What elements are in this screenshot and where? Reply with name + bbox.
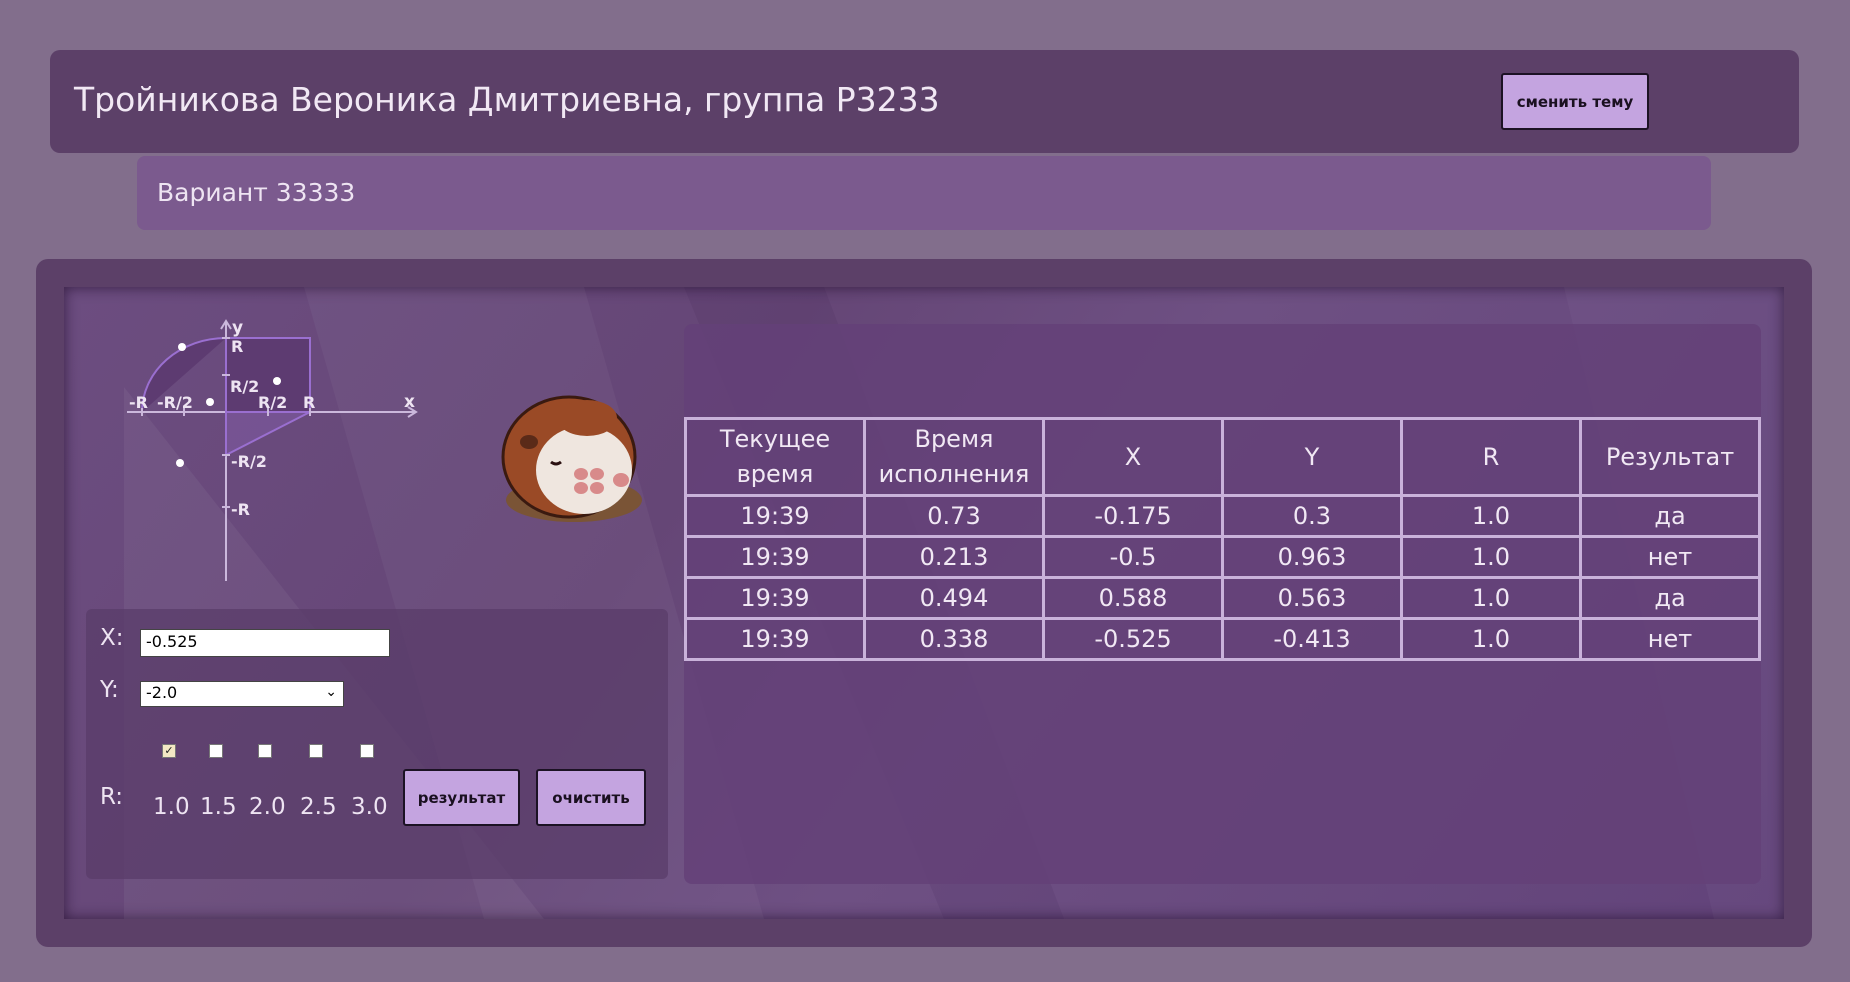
header-y: Y bbox=[1221, 417, 1403, 497]
r-option-label: 3.0 bbox=[351, 794, 388, 820]
y-axis-label: y bbox=[232, 318, 243, 338]
label-neg-half-r-left: -R/2 bbox=[157, 393, 193, 412]
area-graph[interactable]: y x R R/2 -R -R/2 R/2 R -R/2 -R bbox=[122, 317, 422, 587]
y-label: Y: bbox=[100, 677, 119, 703]
label-r-top: R bbox=[231, 337, 243, 356]
table-cell: -0.5 bbox=[1042, 535, 1224, 579]
table-cell: 1.0 bbox=[1400, 535, 1582, 579]
hamster-image bbox=[501, 395, 642, 522]
table-cell: да bbox=[1579, 494, 1761, 538]
graph-point bbox=[273, 377, 281, 385]
x-input[interactable]: -0.525 bbox=[140, 629, 390, 657]
label-half-r-right: R/2 bbox=[258, 393, 287, 412]
table-cell: 19:39 bbox=[684, 576, 866, 620]
label-neg-half-r-bottom: -R/2 bbox=[231, 452, 267, 471]
variant-bar: Вариант 33333 bbox=[137, 156, 1711, 230]
label-neg-r-left: -R bbox=[129, 393, 148, 412]
table-cell: нет bbox=[1579, 617, 1761, 661]
graph-point bbox=[178, 343, 186, 351]
r-checkbox-1-0[interactable]: ✓ bbox=[162, 744, 176, 758]
hamster-paw bbox=[590, 482, 604, 494]
main-content: y x R R/2 -R -R/2 R/2 R -R/2 -R X: -0.52… bbox=[64, 287, 1784, 919]
variant-label: Вариант 33333 bbox=[157, 178, 356, 207]
x-axis-label: x bbox=[404, 392, 415, 412]
hamster-ear bbox=[520, 435, 538, 449]
table-row: 19:39 0.73 -0.175 0.3 1.0 да bbox=[684, 494, 1761, 538]
label-neg-r-bottom: -R bbox=[231, 500, 250, 519]
table-cell: -0.175 bbox=[1042, 494, 1224, 538]
chevron-down-icon: ⌄ bbox=[325, 684, 337, 700]
graph-point bbox=[206, 398, 214, 406]
hamster-paw bbox=[590, 468, 604, 480]
r-checkbox-1-5[interactable] bbox=[209, 744, 223, 758]
header-x: X bbox=[1042, 417, 1224, 497]
table-cell: 19:39 bbox=[684, 494, 866, 538]
table-cell: 1.0 bbox=[1400, 576, 1582, 620]
table-cell: 0.338 bbox=[863, 617, 1045, 661]
header-result: Результат bbox=[1579, 417, 1761, 497]
r-option-label: 2.0 bbox=[249, 794, 286, 820]
change-theme-button[interactable]: сменить тему bbox=[1501, 73, 1649, 130]
r-checkbox-3-0[interactable] bbox=[360, 744, 374, 758]
hamster-paw bbox=[574, 482, 588, 494]
table-cell: 1.0 bbox=[1400, 494, 1582, 538]
r-option-label: 2.5 bbox=[300, 794, 337, 820]
y-select-value: -2.0 bbox=[146, 683, 178, 702]
table-cell: нет bbox=[1579, 535, 1761, 579]
r-label: R: bbox=[100, 784, 124, 810]
r-checkbox-2-0[interactable] bbox=[258, 744, 272, 758]
results-table: Текущее время Время исполнения X Y R Рез… bbox=[684, 417, 1761, 661]
input-form: X: -0.525 Y: -2.0 ⌄ R: ✓ 1.0 1.5 2.0 2.5… bbox=[86, 609, 668, 879]
hamster-paw bbox=[574, 468, 588, 480]
r-checkbox-2-5[interactable] bbox=[309, 744, 323, 758]
main-frame: y x R R/2 -R -R/2 R/2 R -R/2 -R X: -0.52… bbox=[36, 259, 1812, 947]
r-option-label: 1.0 bbox=[153, 794, 190, 820]
label-r-right: R bbox=[303, 393, 315, 412]
table-cell: -0.525 bbox=[1042, 617, 1224, 661]
table-cell: 0.588 bbox=[1042, 576, 1224, 620]
header-bar: Тройникова Вероника Дмитриевна, группа P… bbox=[50, 50, 1799, 153]
results-panel: Текущее время Время исполнения X Y R Рез… bbox=[684, 324, 1761, 884]
table-cell: 0.213 bbox=[863, 535, 1045, 579]
label-half-r-top: R/2 bbox=[230, 377, 259, 396]
table-row: 19:39 0.213 -0.5 0.963 1.0 нет bbox=[684, 535, 1761, 579]
table-cell: 0.73 bbox=[863, 494, 1045, 538]
table-row: 19:39 0.494 0.588 0.563 1.0 да bbox=[684, 576, 1761, 620]
r-option-label: 1.5 bbox=[200, 794, 237, 820]
x-label: X: bbox=[100, 625, 124, 651]
y-select[interactable]: -2.0 ⌄ bbox=[140, 681, 344, 707]
clear-button[interactable]: очистить bbox=[536, 769, 646, 826]
header-current-time: Текущее время bbox=[684, 417, 866, 497]
table-cell: да bbox=[1579, 576, 1761, 620]
table-cell: 0.3 bbox=[1221, 494, 1403, 538]
hamster-spot bbox=[557, 400, 617, 436]
header-exec-time: Время исполнения bbox=[863, 417, 1045, 497]
table-cell: 19:39 bbox=[684, 535, 866, 579]
table-cell: 0.963 bbox=[1221, 535, 1403, 579]
submit-button[interactable]: результат bbox=[403, 769, 520, 826]
header-r: R bbox=[1400, 417, 1582, 497]
table-header-row: Текущее время Время исполнения X Y R Рез… bbox=[684, 417, 1761, 497]
table-row: 19:39 0.338 -0.525 -0.413 1.0 нет bbox=[684, 617, 1761, 661]
table-cell: 0.563 bbox=[1221, 576, 1403, 620]
table-cell: 0.494 bbox=[863, 576, 1045, 620]
page-title: Тройникова Вероника Дмитриевна, группа P… bbox=[74, 80, 940, 119]
graph-point bbox=[176, 459, 184, 467]
triangle-area bbox=[225, 411, 311, 457]
hamster-paw bbox=[613, 473, 629, 487]
table-cell: 1.0 bbox=[1400, 617, 1582, 661]
table-cell: 19:39 bbox=[684, 617, 866, 661]
table-cell: -0.413 bbox=[1221, 617, 1403, 661]
